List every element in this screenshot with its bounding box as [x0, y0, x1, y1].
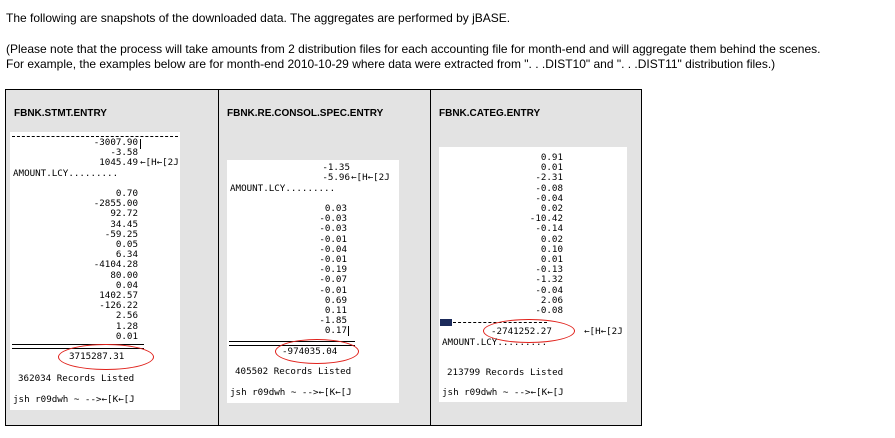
amount-values: 0.03 -0.03 -0.03 -0.01 -0.04 -0.01 -0.19… [319, 203, 347, 337]
cursor [348, 326, 349, 336]
amount-label: AMOUNT.LCY......... [13, 168, 119, 179]
snapshot-table: FBNK.STMT.ENTRY -3007.90 -3.58 1045.49 ←… [5, 89, 642, 426]
shell-prompt: jsh r09dwh ~ -->←[K←[J [13, 394, 135, 405]
shell-prompt: jsh r09dwh ~ -->←[K←[J [442, 387, 564, 398]
amount-values: 0.70 -2855.00 92.72 34.45 -59.25 0.05 6.… [93, 188, 138, 342]
highlight-circle [275, 339, 359, 364]
top-values: -3007.90 -3.58 1045.49 [93, 137, 138, 169]
note-paragraph: (Please note that the process will take … [6, 42, 820, 72]
terminal-snapshot: 0.91 0.01 -2.31 -0.08 -0.04 0.02 -10.42 … [439, 147, 627, 402]
terminal-snapshot: -1.35 -5.96 ←[H←[2J AMOUNT.LCY......... … [227, 160, 399, 403]
intro-text: The following are snapshots of the downl… [6, 11, 511, 25]
note-line-1: (Please note that the process will take … [6, 42, 821, 56]
escape-code: ←[H←[2J [140, 157, 179, 168]
cursor-highlight [440, 319, 452, 326]
terminal-snapshot: -3007.90 -3.58 1045.49 ←[H←[2J AMOUNT.LC… [10, 132, 180, 410]
column-categ-entry: FBNK.CATEG.ENTRY 0.91 0.01 -2.31 -0.08 -… [431, 90, 641, 425]
amount-label: AMOUNT.LCY......... [230, 183, 336, 194]
column-re-consol-spec-entry: FBNK.RE.CONSOL.SPEC.ENTRY -1.35 -5.96 ←[… [219, 90, 431, 425]
highlight-circle [58, 344, 154, 370]
amount-label: AMOUNT.LCY......... [442, 337, 548, 348]
records-listed: 213799 Records Listed [447, 367, 564, 378]
column-header: FBNK.RE.CONSOL.SPEC.ENTRY [227, 108, 384, 119]
column-header: FBNK.STMT.ENTRY [14, 108, 107, 119]
note-line-2: For example, the examples below are for … [6, 57, 776, 71]
column-header: FBNK.CATEG.ENTRY [439, 108, 541, 119]
column-stmt-entry: FBNK.STMT.ENTRY -3007.90 -3.58 1045.49 ←… [6, 90, 219, 425]
escape-code: ←[H←[2J [351, 172, 390, 183]
cursor [140, 139, 141, 149]
amount-values: 0.91 0.01 -2.31 -0.08 -0.04 0.02 -10.42 … [529, 152, 563, 317]
escape-code: ←[H←[2J [584, 326, 623, 337]
records-listed: 362034 Records Listed [18, 373, 135, 384]
records-listed: 405502 Records Listed [235, 366, 352, 377]
top-values: -1.35 -5.96 [322, 162, 350, 184]
shell-prompt: jsh r09dwh ~ -->←[K←[J [230, 387, 352, 398]
